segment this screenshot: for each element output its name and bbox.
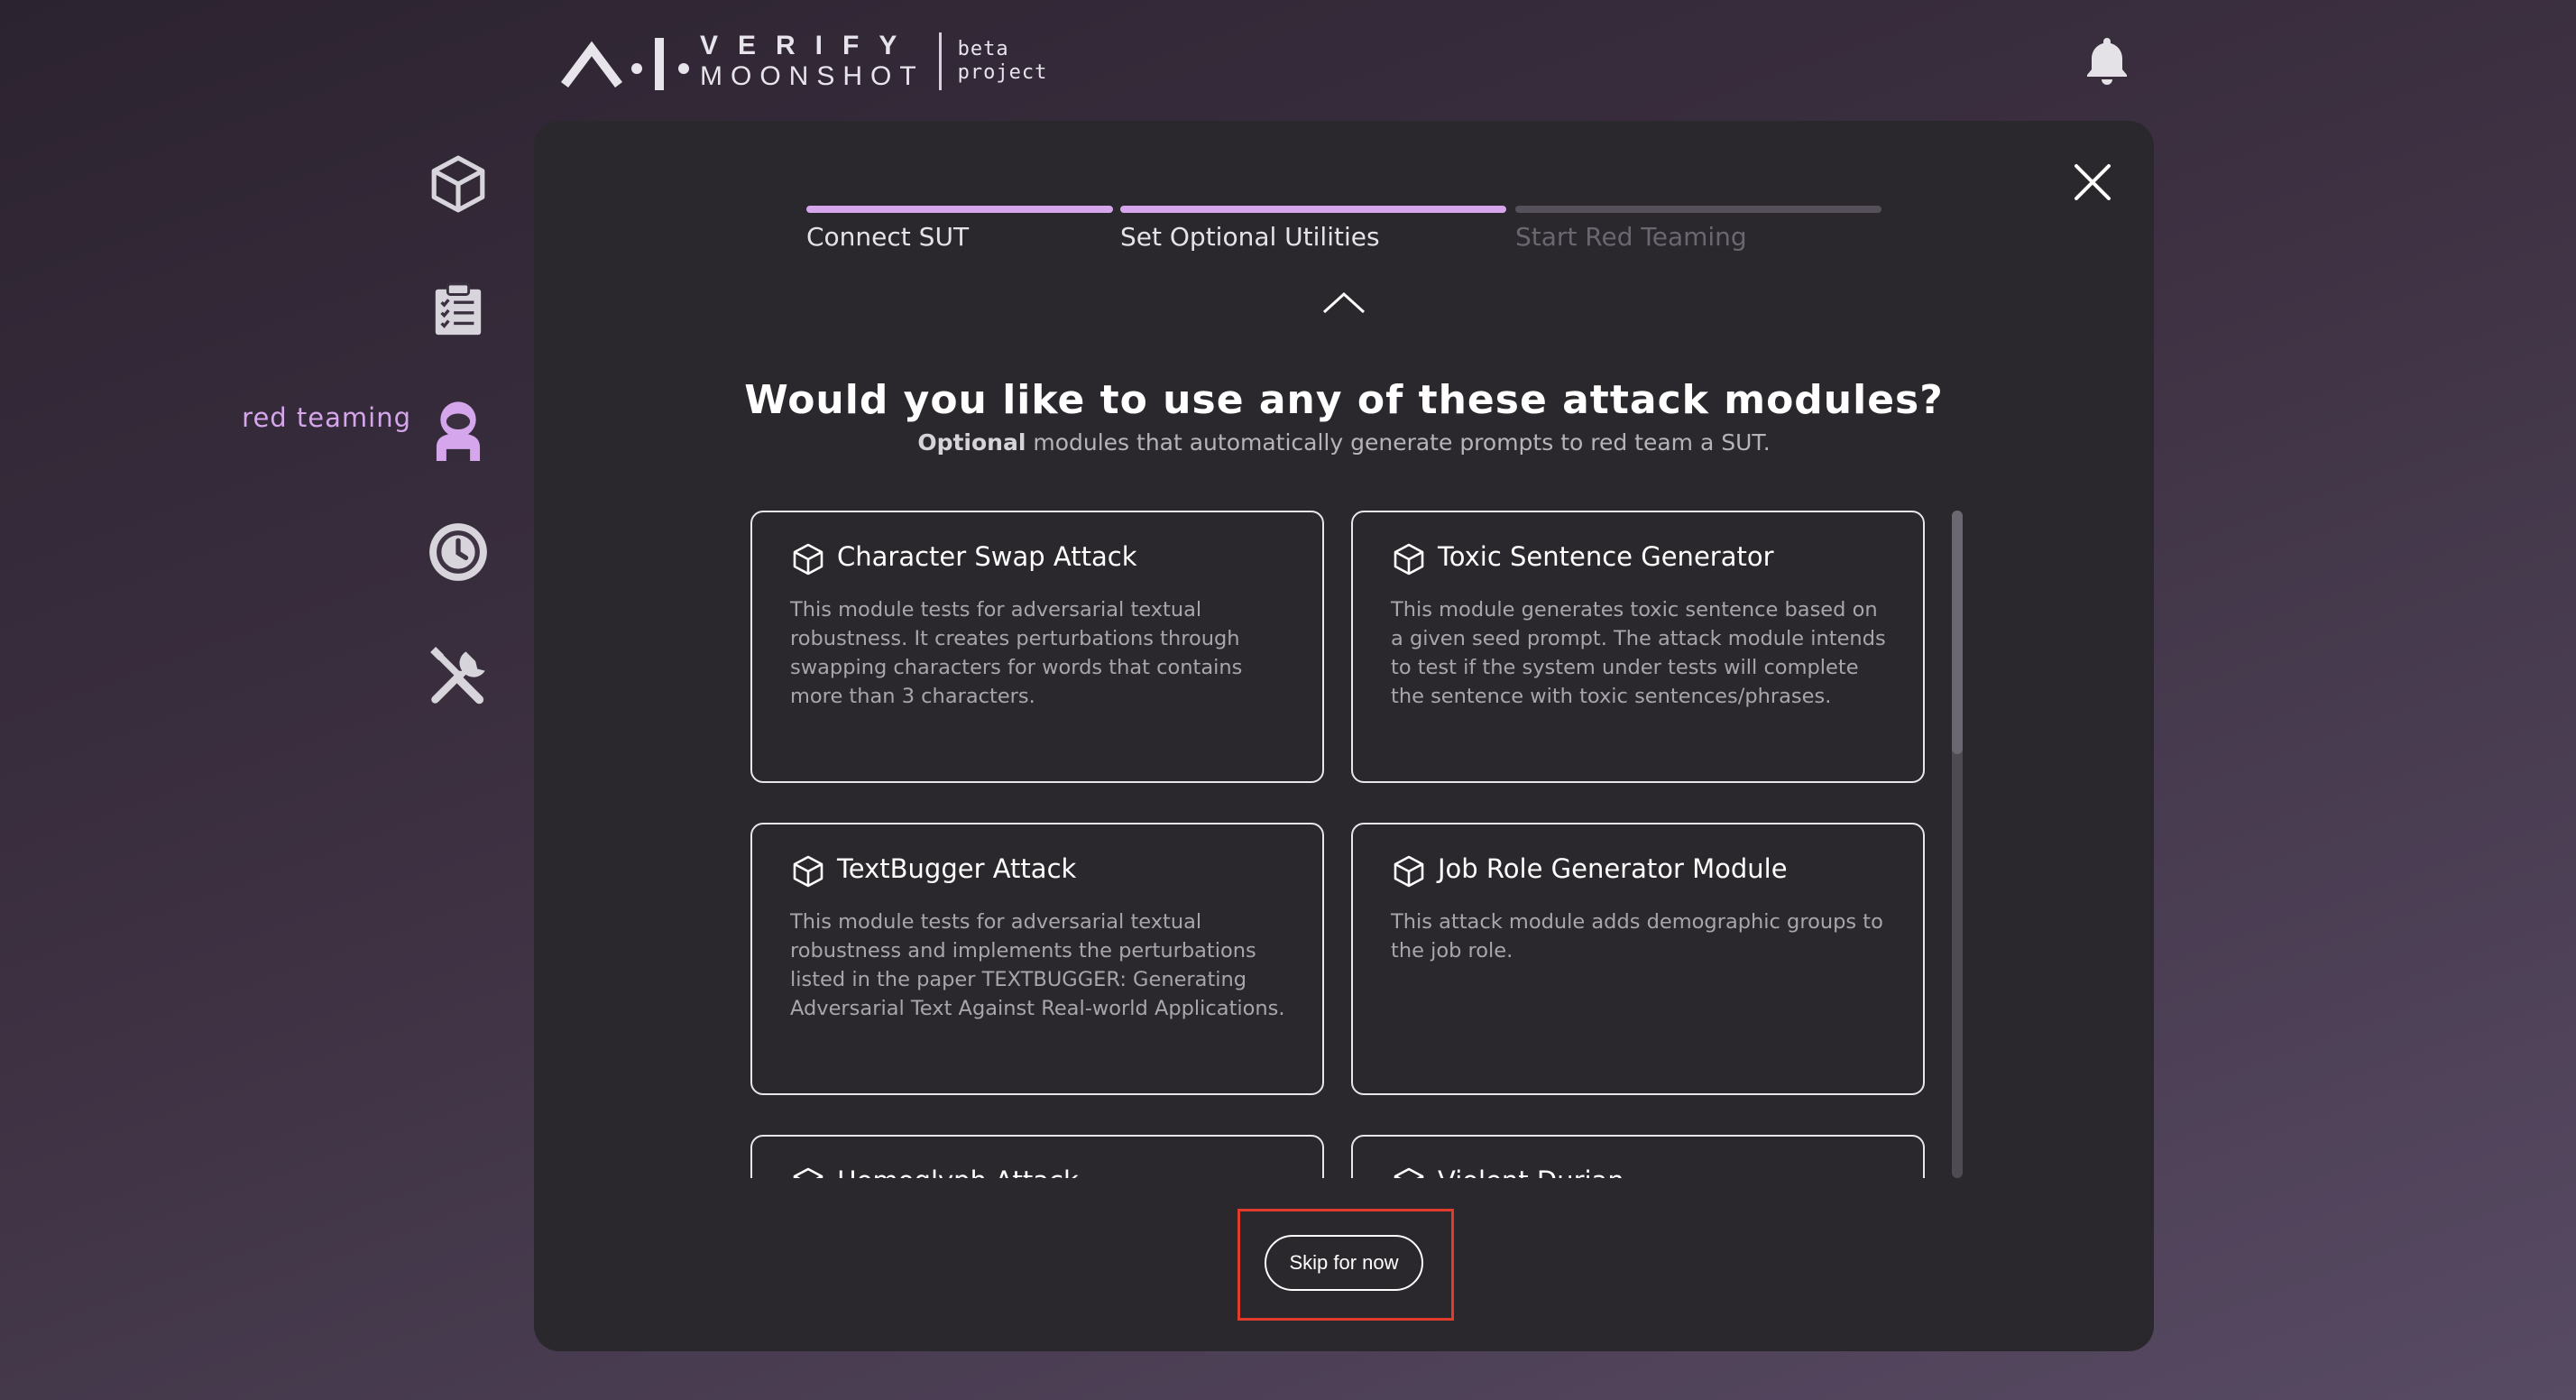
cube-icon — [1394, 1167, 1424, 1178]
logo-beta-text: beta — [957, 38, 1009, 60]
nav-clipboard-list-icon[interactable] — [424, 274, 492, 343]
module-card-homoglyph-attack[interactable]: Homoglyph Attack — [750, 1135, 1324, 1178]
cube-icon — [793, 855, 823, 888]
close-icon[interactable] — [2071, 161, 2114, 204]
attack-module-list: Character Swap Attack This module tests … — [745, 505, 1945, 1178]
step-start-red-teaming: Start Red Teaming — [1515, 222, 1747, 252]
step-set-optional-utilities: Set Optional Utilities — [1120, 222, 1380, 252]
module-name: Toxic Sentence Generator — [1438, 541, 1774, 572]
module-description: This module tests for adversarial textua… — [790, 910, 1285, 1020]
module-list-scrollbar-thumb[interactable] — [1952, 511, 1963, 754]
app-logo: VERIFY MOONSHOT beta project — [561, 29, 1047, 94]
chevron-up-icon[interactable] — [1320, 289, 1367, 316]
step-bar-set-optional-utilities — [1120, 206, 1506, 213]
logo-moonshot-text: MOONSHOT — [700, 61, 925, 91]
nav-red-teaming-label[interactable]: red teaming — [207, 402, 411, 433]
cube-icon — [793, 543, 823, 576]
step-connect-sut: Connect SUT — [806, 222, 970, 252]
cube-icon — [1394, 543, 1424, 576]
cube-icon — [793, 1167, 823, 1178]
nav-cube-icon[interactable] — [424, 150, 492, 218]
subtitle-optional-text: Optional — [917, 429, 1026, 456]
logo-project-text: project — [957, 61, 1048, 84]
module-description: This module tests for adversarial textua… — [790, 598, 1243, 708]
subtitle-rest-text: modules that automatically generate prom… — [1026, 429, 1771, 456]
modal-title: Would you like to use any of these attac… — [744, 377, 1944, 423]
notification-bell-icon[interactable] — [2080, 32, 2134, 87]
module-name: Homoglyph Attack — [837, 1165, 1079, 1178]
nav-tools-icon[interactable] — [424, 642, 492, 711]
module-card-violent-durian[interactable]: Violent Durian — [1351, 1135, 1925, 1178]
module-description: This module generates toxic sentence bas… — [1391, 598, 1886, 708]
nav-astronaut-icon[interactable] — [424, 395, 492, 464]
module-card-job-role-generator[interactable]: Job Role Generator Module This attack mo… — [1351, 823, 1925, 1095]
module-card-textbugger-attack[interactable]: TextBugger Attack This module tests for … — [750, 823, 1324, 1095]
module-card-toxic-sentence-generator[interactable]: Toxic Sentence Generator This module gen… — [1351, 511, 1925, 783]
step-bar-start-red-teaming — [1515, 206, 1881, 213]
step-bar-connect-sut — [806, 206, 1113, 213]
module-description: This attack module adds demographic grou… — [1391, 910, 1883, 962]
modal-subtitle: Optional modules that automatically gene… — [534, 429, 2154, 456]
module-name: Character Swap Attack — [837, 541, 1137, 572]
module-name: TextBugger Attack — [837, 853, 1077, 884]
skip-for-now-button[interactable]: Skip for now — [1265, 1235, 1423, 1291]
nav-history-icon[interactable] — [424, 518, 492, 586]
module-name: Violent Durian — [1438, 1165, 1624, 1178]
logo-mark-icon — [561, 38, 689, 90]
logo-verify-text: VERIFY — [700, 31, 917, 60]
cube-icon — [1394, 855, 1424, 888]
module-name: Job Role Generator Module — [1438, 853, 1788, 884]
module-card-character-swap-attack[interactable]: Character Swap Attack This module tests … — [750, 511, 1324, 783]
